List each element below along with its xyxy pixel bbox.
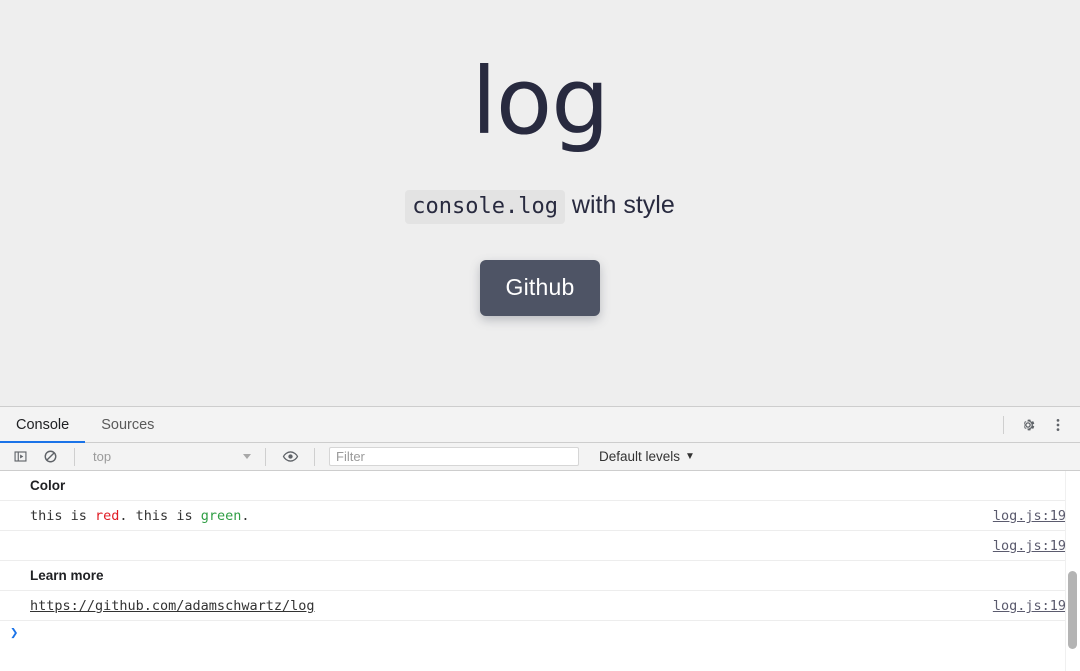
log-levels-label: Default levels [599, 449, 681, 464]
divider [314, 447, 315, 466]
console-message-row[interactable]: log.js:19 [0, 531, 1080, 561]
log-levels-select[interactable]: Default levels ▼ [595, 447, 699, 467]
filter-input[interactable] [329, 447, 579, 466]
divider [265, 447, 266, 466]
console-prompt-input[interactable] [26, 625, 1066, 641]
hero-actions: Github [0, 260, 1080, 317]
console-message-text: Color [30, 478, 66, 493]
console-sidebar-icon[interactable] [6, 443, 34, 471]
tab-sources[interactable]: Sources [85, 407, 170, 442]
gear-icon[interactable] [1014, 411, 1042, 439]
github-button[interactable]: Github [479, 260, 601, 317]
code-chip-console-log: console.log [405, 190, 565, 224]
web-page-viewport: log console.log with style Github [0, 0, 1080, 406]
devtools-tab-list: Console Sources [0, 407, 170, 443]
console-message-row[interactable]: this is red. this is green. log.js:19 [0, 501, 1080, 531]
divider [1003, 415, 1004, 434]
more-vertical-icon[interactable] [1044, 411, 1072, 439]
text-segment: . this is [119, 508, 201, 524]
tagline: console.log with style [0, 190, 1080, 224]
console-message-link[interactable]: https://github.com/adamschwartz/log [30, 596, 973, 615]
tab-console[interactable]: Console [0, 407, 86, 443]
devtools-tabbar: Console Sources [0, 407, 1080, 443]
console-message-text: Learn more [30, 568, 104, 583]
chevron-down-icon: ▼ [685, 450, 695, 462]
source-link[interactable]: log.js:19 [993, 596, 1066, 615]
execution-context-value: top [93, 449, 112, 464]
chevron-down-icon [243, 454, 251, 459]
console-message-list[interactable]: Color this is red. this is green. log.js… [0, 471, 1080, 671]
text-segment-green: green [200, 508, 242, 524]
page-title: log [471, 48, 609, 155]
execution-context-select[interactable]: top [85, 447, 255, 467]
console-toolbar: top Default levels ▼ [0, 443, 1080, 471]
console-message-text [30, 536, 973, 537]
console-message-group-header[interactable]: Color [0, 471, 1080, 501]
hero-section: log console.log with style Github [0, 0, 1080, 317]
source-link[interactable]: log.js:19 [993, 506, 1066, 525]
devtools-panel: Console Sources top Filter Default level… [0, 406, 1080, 671]
text-segment: . [241, 508, 250, 524]
console-message-row[interactable]: https://github.com/adamschwartz/log log.… [0, 591, 1080, 621]
source-link[interactable]: log.js:19 [993, 536, 1066, 555]
console-scrollbar-track[interactable] [1065, 471, 1080, 671]
divider [74, 447, 75, 466]
console-scrollbar-thumb[interactable] [1068, 571, 1077, 649]
clear-console-icon[interactable] [36, 443, 64, 471]
devtools-tabbar-actions [995, 407, 1080, 442]
text-segment-red: red [95, 508, 120, 524]
tagline-suffix: with style [564, 191, 675, 219]
text-segment: this is [30, 508, 96, 524]
console-prompt[interactable]: ❯ [0, 621, 1080, 645]
prompt-caret-icon: ❯ [10, 625, 19, 641]
console-message-text: this is red. this is green. [30, 506, 973, 525]
live-expression-icon[interactable] [276, 443, 304, 471]
console-message-group-header[interactable]: Learn more [0, 561, 1080, 591]
